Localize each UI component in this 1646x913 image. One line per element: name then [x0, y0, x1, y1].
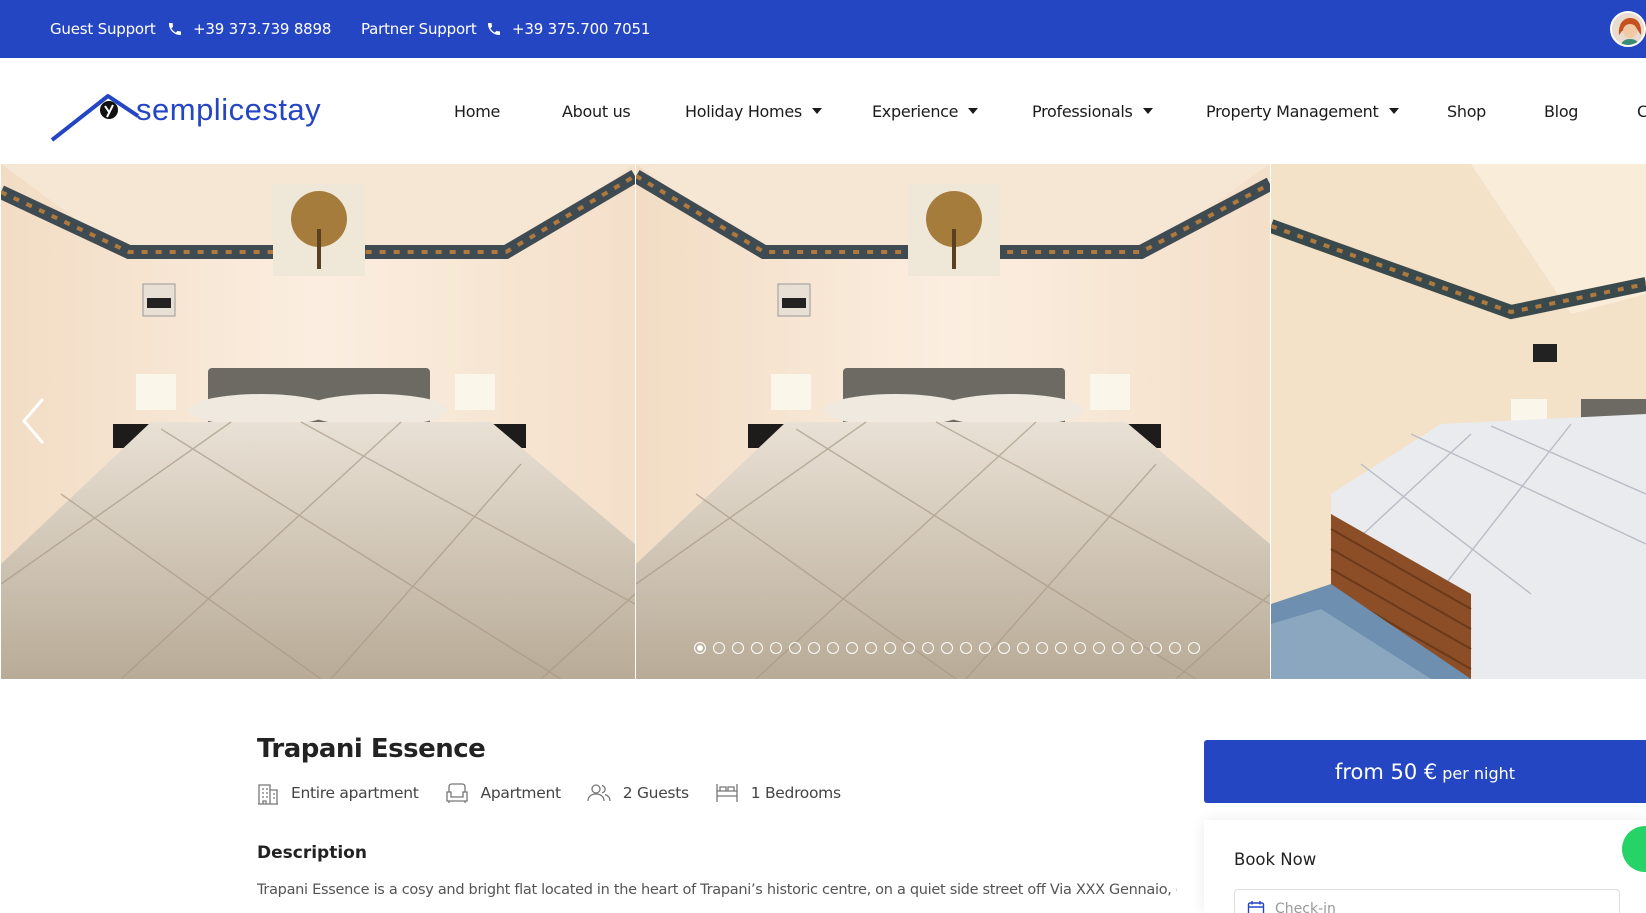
gallery-dot[interactable]: [751, 642, 763, 654]
gallery-dot[interactable]: [1074, 642, 1086, 654]
gallery-dot[interactable]: [713, 642, 725, 654]
partner-phone-number: +39 375.700 7051: [512, 20, 651, 38]
nav-label: About us: [562, 101, 631, 121]
gallery-photo-bedroom-3[interactable]: [1271, 164, 1646, 679]
nav-label: Blog: [1544, 101, 1579, 121]
caret-down-icon: [1388, 108, 1399, 114]
photo-gallery[interactable]: [0, 164, 1646, 679]
gallery-dot[interactable]: [884, 642, 896, 654]
price-banner: from 50 € per night: [1204, 740, 1646, 803]
phone-icon: [488, 23, 500, 35]
gallery-dot[interactable]: [903, 642, 915, 654]
nav-label: Home: [454, 101, 501, 121]
nav-label: Holiday Homes: [685, 101, 802, 121]
top-support-bar: Guest Support +39 373.739 8898 Partner S…: [0, 0, 1646, 58]
gallery-photo-bedroom-1[interactable]: [1, 164, 635, 679]
description-heading: Description: [257, 843, 367, 863]
gallery-dot[interactable]: [998, 642, 1010, 654]
gallery-dot[interactable]: [1150, 642, 1162, 654]
nav-contact[interactable]: C: [1637, 58, 1646, 164]
description-text: Trapani Essence is a cosy and bright fla…: [257, 882, 1177, 898]
main-nav: Home About us Holiday Homes Experience P…: [0, 58, 1646, 164]
price-unit: per night: [1442, 764, 1516, 783]
partner-support-label: Partner Support: [361, 20, 477, 38]
gallery-dot[interactable]: [1055, 642, 1067, 654]
feature-label: Apartment: [480, 784, 562, 802]
feature-guests: 2 Guests: [587, 783, 689, 803]
caret-down-icon: [968, 108, 979, 114]
gallery-dot[interactable]: [732, 642, 744, 654]
bed-icon: [716, 784, 738, 802]
caret-down-icon: [811, 108, 822, 114]
gallery-dot[interactable]: [789, 642, 801, 654]
nav-experience[interactable]: Experience: [872, 58, 979, 164]
guest-phone-number: +39 373.739 8898: [193, 20, 332, 38]
nav-professionals[interactable]: Professionals: [1032, 58, 1153, 164]
gallery-dot[interactable]: [808, 642, 820, 654]
nav-property-management[interactable]: Property Management: [1206, 58, 1399, 164]
gallery-dot[interactable]: [846, 642, 858, 654]
listing-title: Trapani Essence: [257, 734, 486, 764]
nav-label: Experience: [872, 101, 959, 121]
gallery-dot[interactable]: [922, 642, 934, 654]
gallery-dot[interactable]: [1017, 642, 1029, 654]
nav-holiday-homes[interactable]: Holiday Homes: [685, 58, 822, 164]
nav-label: Property Management: [1206, 101, 1379, 121]
gallery-photo-bedroom-2[interactable]: [636, 164, 1270, 679]
chevron-left-icon: [22, 398, 44, 444]
sofa-icon: [445, 783, 468, 803]
feature-apartment: Apartment: [445, 782, 561, 804]
book-now-title: Book Now: [1234, 850, 1317, 869]
phone-icon: [169, 23, 181, 35]
feature-label: Entire apartment: [291, 784, 419, 802]
gallery-dot[interactable]: [770, 642, 782, 654]
gallery-dot[interactable]: [960, 642, 972, 654]
nav-home[interactable]: Home: [454, 58, 500, 164]
guest-support-label: Guest Support: [50, 20, 156, 38]
feature-label: 2 Guests: [622, 784, 689, 802]
nav-blog[interactable]: Blog: [1544, 58, 1578, 164]
gallery-prev-button[interactable]: [18, 396, 48, 446]
nav-label: Shop: [1447, 101, 1487, 121]
nav-label: C: [1637, 101, 1646, 121]
building-icon: [258, 784, 278, 805]
nav-label: Professionals: [1032, 101, 1133, 121]
checkin-input[interactable]: Check-in: [1234, 889, 1620, 913]
booking-card: Book Now Check-in: [1204, 820, 1646, 913]
feature-entire-apartment: Entire apartment: [257, 781, 419, 805]
price-amount: from 50 €: [1334, 759, 1438, 784]
support-avatar[interactable]: [1610, 11, 1646, 47]
users-icon: [587, 784, 611, 802]
feature-label: 1 Bedrooms: [750, 784, 841, 802]
nav-about-us[interactable]: About us: [562, 58, 631, 164]
gallery-dot[interactable]: [1131, 642, 1143, 654]
gallery-dot[interactable]: [1093, 642, 1105, 654]
site-header: semplicestay Home About us Holiday Homes…: [0, 58, 1646, 164]
gallery-dot[interactable]: [1036, 642, 1048, 654]
gallery-pagination: [694, 642, 1200, 656]
feature-bedrooms: 1 Bedrooms: [715, 782, 841, 804]
avatar-icon: [1612, 13, 1644, 45]
guest-phone-link[interactable]: +39 373.739 8898: [167, 0, 331, 58]
gallery-dot[interactable]: [979, 642, 991, 654]
gallery-dot[interactable]: [941, 642, 953, 654]
checkin-placeholder: Check-in: [1275, 901, 1336, 913]
gallery-dot[interactable]: [827, 642, 839, 654]
listing-features: Entire apartment Apartment 2 Guests 1 Be…: [257, 778, 867, 808]
calendar-icon: [1247, 901, 1265, 913]
gallery-dot[interactable]: [1188, 642, 1200, 654]
gallery-dot[interactable]: [865, 642, 877, 654]
gallery-dot[interactable]: [694, 642, 706, 654]
gallery-dot[interactable]: [1169, 642, 1181, 654]
gallery-dot[interactable]: [1112, 642, 1124, 654]
caret-down-icon: [1142, 108, 1153, 114]
nav-shop[interactable]: Shop: [1447, 58, 1486, 164]
partner-phone-link[interactable]: +39 375.700 7051: [486, 0, 650, 58]
